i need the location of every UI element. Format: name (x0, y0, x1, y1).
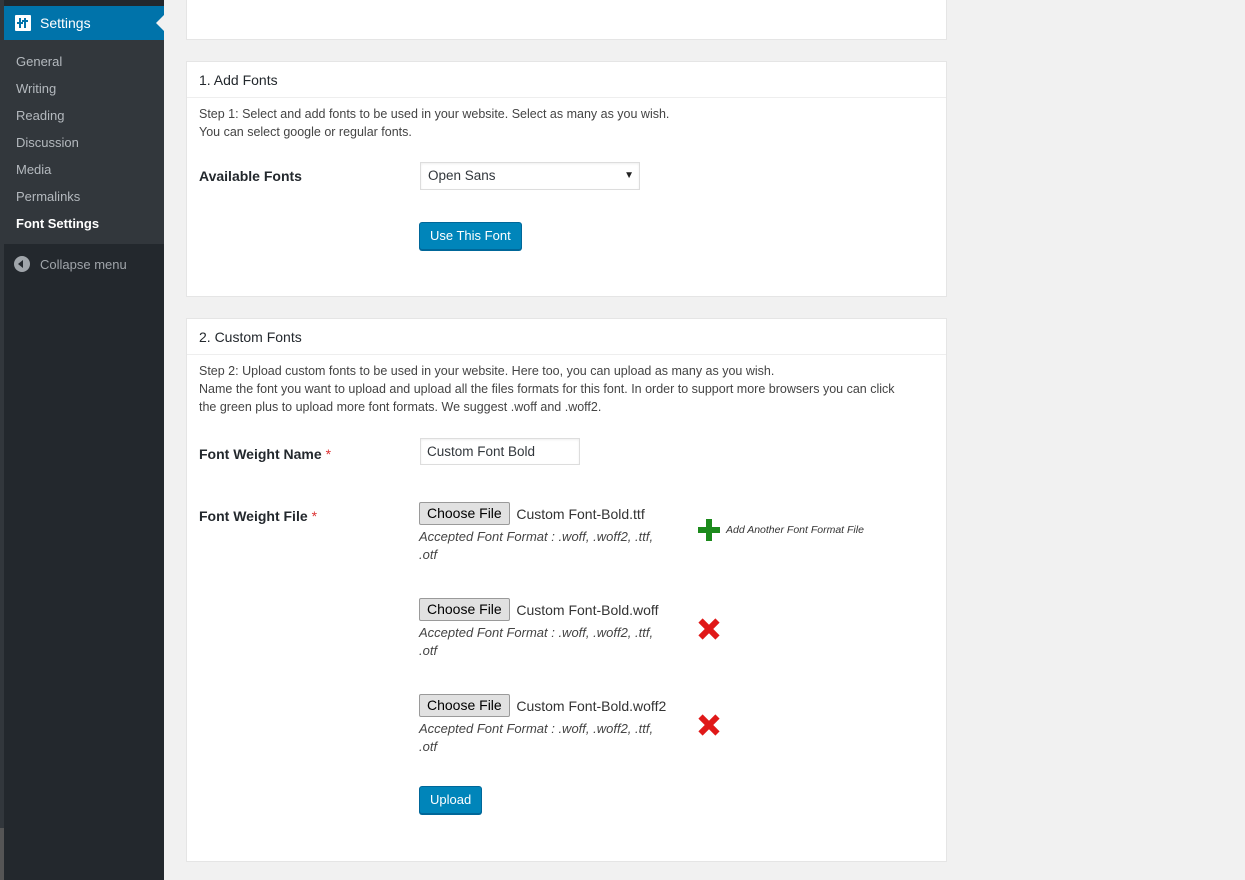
settings-menu-header[interactable]: Settings (4, 6, 164, 40)
sidebar-item-font-settings[interactable]: Font Settings (4, 210, 164, 237)
required-marker: * (325, 446, 332, 462)
add-another-format-link[interactable]: Add Another Font Format File (726, 524, 864, 536)
settings-submenu: General Writing Reading Discussion Media… (4, 40, 164, 244)
accepted-formats-line: Accepted Font Format : .woff, .woff2, .t… (419, 721, 654, 736)
available-fonts-select[interactable]: Open Sans ▼ (420, 162, 640, 190)
font-weight-name-label: Font Weight Name * (199, 446, 331, 462)
font-file-row: Choose File Custom Font-Bold.ttf (419, 502, 645, 525)
chosen-file-name: Custom Font-Bold.woff2 (516, 697, 667, 714)
remove-icon[interactable] (699, 715, 719, 735)
collapse-menu-label: Collapse menu (40, 256, 127, 272)
accepted-formats-line: .otf (419, 643, 438, 658)
sidebar-edge-bottom (0, 828, 4, 880)
add-fonts-panel: 1. Add Fonts Step 1: Select and add font… (186, 61, 947, 297)
sidebar-item-writing[interactable]: Writing (4, 75, 164, 102)
custom-fonts-panel: 2. Custom Fonts Step 2: Upload custom fo… (186, 318, 947, 862)
font-file-row: Choose File Custom Font-Bold.woff (419, 598, 658, 621)
sidebar-item-general[interactable]: General (4, 48, 164, 75)
accepted-formats-note: Accepted Font Format : .woff, .woff2, .t… (419, 528, 679, 564)
sidebar-item-reading[interactable]: Reading (4, 102, 164, 129)
sidebar-item-permalinks[interactable]: Permalinks (4, 183, 164, 210)
accepted-formats-line: .otf (419, 547, 438, 562)
custom-fonts-intro: Step 2: Upload custom fonts to be used i… (199, 362, 895, 416)
add-fonts-intro: Step 1: Select and add fonts to be used … (199, 105, 669, 141)
accepted-formats-line: Accepted Font Format : .woff, .woff2, .t… (419, 529, 654, 544)
chosen-file-name: Custom Font-Bold.woff (516, 601, 659, 618)
available-fonts-label: Available Fonts (199, 168, 302, 184)
accepted-formats-line: .otf (419, 739, 438, 754)
upload-button[interactable]: Upload (419, 786, 483, 814)
font-weight-file-label: Font Weight File * (199, 508, 317, 524)
plus-icon[interactable] (698, 519, 720, 541)
dropdown-caret-icon: ▼ (624, 170, 634, 181)
choose-file-button[interactable]: Choose File (419, 502, 510, 525)
remove-icon[interactable] (699, 619, 719, 639)
accepted-formats-note: Accepted Font Format : .woff, .woff2, .t… (419, 624, 679, 660)
add-fonts-intro-line: Step 1: Select and add fonts to be used … (199, 107, 670, 121)
choose-file-button[interactable]: Choose File (419, 694, 510, 717)
font-weight-name-label-text: Font Weight Name (199, 446, 322, 462)
add-fonts-title: 1. Add Fonts (187, 62, 946, 98)
custom-fonts-intro-line: the green plus to upload more font forma… (199, 400, 602, 414)
choose-file-button[interactable]: Choose File (419, 598, 510, 621)
settings-menu-label: Settings (40, 15, 91, 31)
collapse-arrow-icon (14, 256, 30, 272)
add-fonts-intro-line: You can select google or regular fonts. (199, 125, 412, 139)
custom-fonts-intro-line: Name the font you want to upload and upl… (199, 382, 895, 396)
use-this-font-button[interactable]: Use This Font (419, 222, 522, 250)
font-file-row: Choose File Custom Font-Bold.woff2 (419, 694, 666, 717)
accepted-formats-line: Accepted Font Format : .woff, .woff2, .t… (419, 625, 654, 640)
accepted-formats-note: Accepted Font Format : .woff, .woff2, .t… (419, 720, 679, 756)
admin-sidebar: Settings General Writing Reading Discuss… (0, 0, 164, 880)
required-marker: * (311, 508, 318, 524)
font-weight-file-label-text: Font Weight File (199, 508, 308, 524)
sidebar-item-media[interactable]: Media (4, 156, 164, 183)
current-menu-arrow-icon (156, 15, 164, 31)
collapse-menu-button[interactable]: Collapse menu (4, 252, 164, 276)
sidebar-item-discussion[interactable]: Discussion (4, 129, 164, 156)
previous-panel (186, 0, 947, 40)
chosen-file-name: Custom Font-Bold.ttf (516, 505, 645, 522)
selected-font-value: Open Sans (428, 168, 496, 183)
font-weight-name-input[interactable]: Custom Font Bold (420, 438, 580, 465)
custom-fonts-intro-line: Step 2: Upload custom fonts to be used i… (199, 364, 775, 378)
custom-fonts-title: 2. Custom Fonts (187, 319, 946, 355)
settings-icon (15, 15, 31, 31)
